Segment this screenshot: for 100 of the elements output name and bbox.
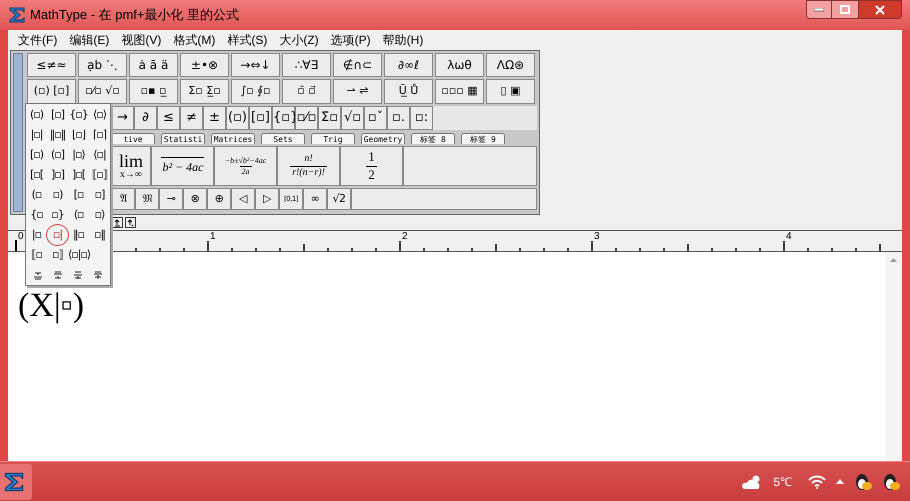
symbol-palette-button[interactable]: ȧ ā ä bbox=[129, 53, 178, 77]
bracket-template-item[interactable]: ▫⟩ bbox=[89, 205, 110, 225]
template-palette-button[interactable]: ▫̄ ▫⃗ bbox=[282, 79, 331, 104]
palette-tab[interactable]: Geometry bbox=[361, 133, 405, 144]
menu-item[interactable]: 大小(Z) bbox=[273, 31, 325, 49]
symbol-palette-button[interactable]: ΛΩ⊛ bbox=[486, 53, 535, 77]
symbol-palette-button[interactable]: ∂∞ℓ bbox=[384, 53, 433, 77]
bracket-template-item[interactable]: ]▫[ bbox=[68, 165, 89, 185]
bracket-template-item[interactable]: [▫] bbox=[47, 105, 68, 125]
menu-item[interactable]: 视图(V) bbox=[115, 31, 168, 49]
symbol-button[interactable]: ⊸ bbox=[159, 188, 183, 210]
symbol-palette-button[interactable]: →⇔↓ bbox=[231, 53, 280, 77]
menu-item[interactable]: 编辑(E) bbox=[63, 31, 116, 49]
symbol-button[interactable]: ▫ˇ bbox=[364, 106, 387, 130]
menu-item[interactable]: 帮助(H) bbox=[376, 31, 430, 49]
bracket-template-item[interactable]: [▫ bbox=[68, 185, 89, 205]
bracket-template-item[interactable]: [▫) bbox=[26, 145, 47, 165]
symbol-button[interactable]: ± bbox=[203, 106, 226, 130]
template-button[interactable]: −b±√b²−4ac 2a bbox=[214, 146, 277, 186]
palette-tab[interactable]: Statisti bbox=[161, 133, 205, 144]
template-button[interactable]: 1 2 bbox=[340, 146, 403, 186]
stack-template-icon[interactable] bbox=[53, 270, 63, 280]
template-palette-button[interactable]: (▫) [▫] bbox=[27, 79, 76, 104]
palette-tab[interactable]: Matrices bbox=[211, 133, 255, 144]
symbol-button[interactable]: → bbox=[111, 106, 134, 130]
bracket-template-item[interactable]: |▫ bbox=[26, 225, 47, 245]
bracket-template-item[interactable]: (▫ bbox=[26, 185, 47, 205]
template-palette-button[interactable]: ▫▪ ▫̲ bbox=[129, 79, 178, 104]
temperature-text[interactable]: 5℃ bbox=[773, 472, 792, 490]
bracket-template-item[interactable]: ⌊▫⌋ bbox=[68, 125, 89, 145]
stack-template-icon[interactable] bbox=[73, 270, 83, 280]
bracket-template-item[interactable]: ‖▫ bbox=[68, 225, 89, 245]
symbol-palette-button[interactable]: ∉∩⊂ bbox=[333, 53, 382, 77]
symbol-palette-button[interactable]: ∴∀∃ bbox=[282, 53, 331, 77]
scroll-up-icon[interactable] bbox=[890, 258, 897, 262]
bracket-template-item[interactable]: ⟨▫| bbox=[89, 145, 110, 165]
template-palette-button[interactable]: ∫▫ ∮▫ bbox=[231, 79, 280, 104]
wifi-icon[interactable] bbox=[808, 474, 826, 488]
symbol-button[interactable]: 𝔄 bbox=[111, 188, 135, 210]
symbol-button[interactable]: ∞ bbox=[303, 188, 327, 210]
symbol-button[interactable]: (▫) bbox=[226, 106, 249, 130]
menu-item[interactable]: 选项(P) bbox=[324, 31, 377, 49]
symbol-palette-button[interactable]: ạb ⋱ bbox=[78, 53, 127, 77]
bracket-template-item[interactable]: ]▫] bbox=[47, 165, 68, 185]
template-palette-button[interactable]: ▯ ▣ bbox=[486, 79, 535, 104]
vertical-scrollbar[interactable] bbox=[885, 252, 902, 462]
symbol-button[interactable]: √▫ bbox=[341, 106, 364, 130]
show-hidden-icons-icon[interactable] bbox=[836, 479, 844, 484]
symbol-button[interactable]: Σ̇▫ bbox=[318, 106, 341, 130]
template-palette-button[interactable]: ⇀ ⇌ bbox=[333, 79, 382, 104]
symbol-palette-button[interactable]: λωθ bbox=[435, 53, 484, 77]
bracket-template-item[interactable]: ⟨▫ bbox=[68, 205, 89, 225]
penguin-icon[interactable] bbox=[882, 472, 900, 490]
bracket-template-item[interactable]: ▫) bbox=[47, 185, 68, 205]
bracket-template-item[interactable]: ▫⟧ bbox=[47, 245, 68, 265]
menu-item[interactable]: 样式(S) bbox=[221, 31, 274, 49]
palette-tab[interactable]: 标签 8 bbox=[411, 133, 455, 144]
bracket-template-item[interactable]: ⟦▫ bbox=[26, 245, 47, 265]
bracket-template-item[interactable]: ⟨▫⟩ bbox=[89, 105, 110, 125]
minimize-button[interactable] bbox=[806, 0, 832, 19]
symbol-button[interactable]: √2 bbox=[327, 188, 351, 210]
arrow-up-icon[interactable] bbox=[125, 217, 136, 228]
penguin-icon[interactable] bbox=[854, 472, 872, 490]
bracket-template-item[interactable]: ⌈▫⌉ bbox=[89, 125, 110, 145]
menu-item[interactable]: 文件(F) bbox=[12, 31, 64, 49]
menu-item[interactable]: 格式(M) bbox=[167, 31, 222, 49]
maximize-button[interactable] bbox=[832, 0, 858, 19]
symbol-palette-button[interactable]: ±•⊗ bbox=[180, 53, 229, 77]
symbol-button[interactable]: ▫: bbox=[410, 106, 433, 130]
palette-tab[interactable]: 标签 9 bbox=[461, 133, 505, 144]
symbol-button[interactable]: [▫] bbox=[249, 106, 272, 130]
symbol-button[interactable]: ⊕ bbox=[207, 188, 231, 210]
symbol-button[interactable]: ▫. bbox=[387, 106, 410, 130]
bracket-template-item[interactable]: ▫} bbox=[47, 205, 68, 225]
template-palette-button[interactable]: Ū̲ Ů bbox=[384, 79, 433, 104]
bracket-template-item[interactable]: (▫) bbox=[26, 105, 47, 125]
stack-template-icon[interactable] bbox=[33, 270, 43, 280]
bracket-template-item[interactable]: ⟨▫|▫⟩ bbox=[68, 245, 89, 265]
bracket-template-item[interactable]: ▫‖ bbox=[89, 225, 110, 245]
palette-tab[interactable]: Sets bbox=[261, 133, 305, 144]
bracket-template-item[interactable]: ⟦▫⟧ bbox=[89, 165, 110, 185]
symbol-button[interactable]: 𝔐 bbox=[135, 188, 159, 210]
symbol-button[interactable]: {▫} bbox=[272, 106, 295, 130]
bracket-template-item[interactable]: |▫| bbox=[26, 125, 47, 145]
template-palette-button[interactable]: ▫⁄▫ √▫ bbox=[78, 79, 127, 104]
bracket-template-item[interactable]: ‖▫‖ bbox=[47, 125, 68, 145]
symbol-button[interactable]: ⊗ bbox=[183, 188, 207, 210]
mathtype-taskbar-button[interactable] bbox=[0, 464, 32, 500]
template-button[interactable]: lim x→∞ bbox=[111, 146, 151, 186]
bracket-template-item[interactable]: ▫] bbox=[89, 185, 110, 205]
palette-tab[interactable]: tive bbox=[111, 133, 155, 144]
close-button[interactable] bbox=[858, 0, 902, 19]
bracket-template-item[interactable]: |▫⟩ bbox=[68, 145, 89, 165]
template-palette-button[interactable]: Σ▫ Σ̲▫ bbox=[180, 79, 229, 104]
size-up-icon[interactable] bbox=[112, 217, 123, 228]
toolbar-grip[interactable] bbox=[13, 53, 23, 212]
bracket-template-item[interactable]: ▫| bbox=[47, 225, 68, 245]
symbol-button[interactable]: ◁ bbox=[231, 188, 255, 210]
palette-tab[interactable]: Trig bbox=[311, 133, 355, 144]
symbol-button[interactable]: ∂ bbox=[134, 106, 157, 130]
